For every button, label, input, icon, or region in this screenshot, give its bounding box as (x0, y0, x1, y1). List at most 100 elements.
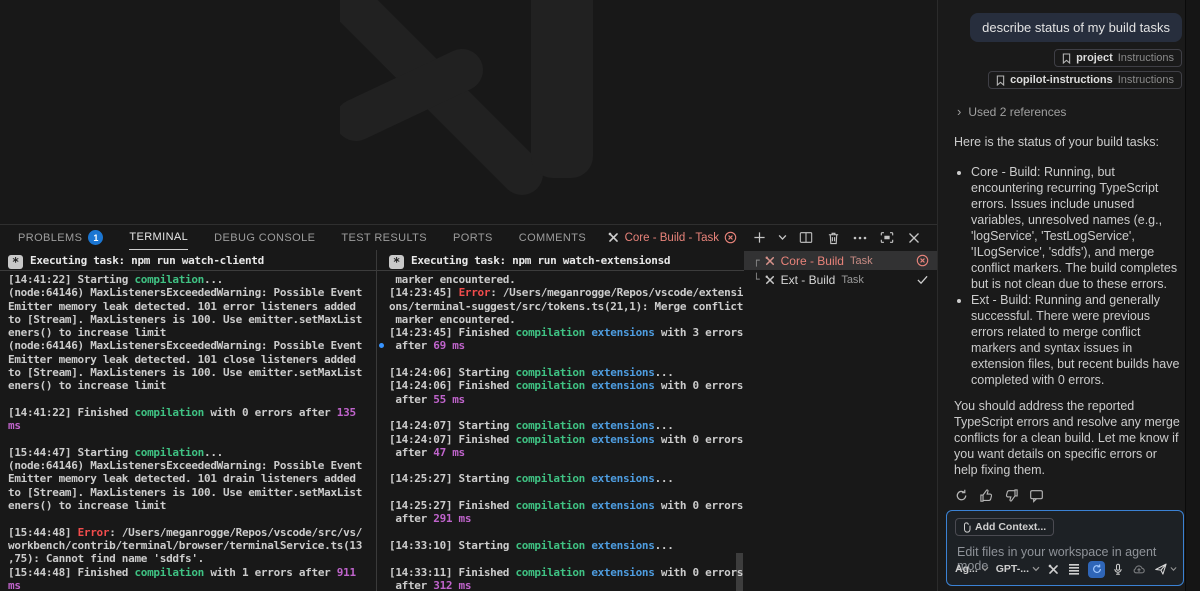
regenerate-icon[interactable] (952, 485, 970, 505)
split-icon (799, 231, 813, 244)
panel-tab-test-results[interactable]: TEST RESULTS (341, 225, 427, 250)
close-icon (908, 232, 920, 244)
tree-branch-glyph: └ (753, 273, 760, 286)
panel-tab-comments[interactable]: COMMENTS (519, 225, 586, 250)
copilot-chat-panel: describe status of my build tasks projec… (937, 0, 1200, 591)
check-icon (916, 274, 929, 285)
terminal-line (377, 552, 744, 565)
terminal-profile-dropdown[interactable] (777, 228, 788, 248)
terminal-line: Emitter memory leak detected. 101 close … (0, 353, 376, 366)
attachment-chip-project[interactable]: projectInstructions (1054, 49, 1182, 67)
terminal-line: after 55 ms (377, 393, 744, 406)
microphone-icon[interactable] (1112, 559, 1124, 579)
terminal-line (377, 459, 744, 472)
mode-picker-dropdown[interactable]: Ag... (955, 563, 989, 575)
sync-icon (1091, 563, 1103, 575)
problems-count-badge: 1 (88, 230, 103, 245)
tree-branch-glyph: ┌ (753, 254, 760, 267)
terminal-line: [14:41:22] Finished compilation with 0 e… (0, 406, 376, 419)
terminal-line (377, 353, 744, 366)
chat-input-box[interactable]: Add Context... Edit files in your worksp… (946, 510, 1184, 586)
terminal-line: Emitter memory leak detected. 101 drain … (0, 472, 376, 485)
task-badge-icon: * (389, 255, 404, 269)
terminal-area: *Executing task: npm run watch-clientd[1… (0, 250, 937, 591)
bottom-panel: PROBLEMS1 TERMINAL DEBUG CONSOLE TEST RESUL… (0, 224, 937, 591)
response-bullet-list: Core - Build: Running, but encountering … (954, 164, 1182, 388)
terminal-line: [14:24:07] Finished compilation extensio… (377, 433, 744, 446)
terminal-line: to [Stream]. MaxListeners is 100. Use em… (0, 486, 376, 499)
new-terminal-button[interactable] (750, 228, 768, 248)
close-panel-button[interactable] (905, 228, 923, 248)
terminal-line: ms (0, 579, 376, 591)
plus-icon (753, 231, 766, 244)
send-button[interactable] (1154, 562, 1177, 576)
terminal-line: ms (0, 419, 376, 432)
terminal-line: eners() to increase limit (0, 499, 376, 512)
bookmark-icon (996, 75, 1005, 86)
todo-list-icon[interactable] (1068, 559, 1081, 579)
panel-tab-debug-console[interactable]: DEBUG CONSOLE (214, 225, 315, 250)
chevron-down-icon (778, 234, 787, 241)
terminal-line: marker encountered. (377, 273, 744, 286)
active-terminal-dropdown[interactable]: Core - Build - Task (607, 231, 737, 244)
terminal-line: [15:44:47] Starting compilation... (0, 446, 376, 459)
terminal-line: [14:33:11] Finished compilation extensio… (377, 566, 744, 579)
terminal-line: Emitter memory leak detected. 101 error … (0, 300, 376, 313)
terminal-line: [14:24:06] Finished compilation extensio… (377, 379, 744, 392)
terminal-line: (node:64146) MaxListenersExceededWarning… (0, 459, 376, 472)
terminal-line: eners() to increase limit (0, 379, 376, 392)
model-picker-dropdown[interactable]: GPT-... (996, 563, 1040, 575)
terminal-line: after 47 ms (377, 446, 744, 459)
maximize-panel-button[interactable] (878, 228, 896, 248)
panel-tab-terminal[interactable]: TERMINAL (129, 225, 188, 250)
terminal-line: to [Stream]. MaxListeners is 100. Use em… (0, 366, 376, 379)
response-closing: You should address the reported TypeScri… (954, 398, 1182, 478)
chat-thread: describe status of my build tasks projec… (938, 0, 1185, 591)
thumbs-up-icon[interactable] (977, 485, 995, 505)
terminal-line: to [Stream]. MaxListeners is 100. Use em… (0, 313, 376, 326)
attachment-kind: Instructions (1118, 74, 1174, 86)
terminal-tab-core---build[interactable]: ┌Core - BuildTask (744, 251, 937, 270)
send-icon (1154, 562, 1168, 576)
terminal-tab-ext---build[interactable]: └Ext - BuildTask (744, 270, 937, 289)
thumbs-down-icon[interactable] (1002, 485, 1020, 505)
panel-tab-ports[interactable]: PORTS (453, 225, 493, 250)
terminal-line (377, 406, 744, 419)
terminal-left-pane[interactable]: *Executing task: npm run watch-clientd[1… (0, 250, 377, 591)
attachment-name: copilot-instructions (1010, 74, 1113, 86)
panel-tab-problems[interactable]: PROBLEMS1 (18, 225, 103, 250)
cloud-upload-icon[interactable] (1131, 559, 1146, 579)
editor-area (0, 0, 937, 224)
user-message-bubble: describe status of my build tasks (970, 13, 1182, 42)
response-bullet: Core - Build: Running, but encountering … (971, 164, 1182, 292)
used-references-toggle[interactable]: › Used 2 references (957, 104, 1182, 119)
attachment-kind: Instructions (1118, 52, 1174, 64)
terminal-right-pane[interactable]: *Executing task: npm run watch-extension… (377, 250, 744, 591)
terminal-line (0, 433, 376, 446)
chevron-down-icon (1032, 566, 1040, 572)
terminal-line: [14:41:22] Starting compilation... (0, 273, 376, 286)
auto-approve-toggle[interactable] (1088, 561, 1106, 578)
attachment-chip-copilot-instructions[interactable]: copilot-instructions Instructions (988, 71, 1182, 89)
vscode-logo-watermark (340, 0, 610, 203)
split-terminal-button[interactable] (797, 228, 815, 248)
trash-icon (827, 231, 840, 245)
ellipsis-icon (853, 236, 867, 240)
terminal-line: workbench/contrib/terminal/browser/termi… (0, 539, 376, 552)
chat-input-toolbar: Ag... GPT-... (955, 559, 1177, 579)
tools-icon[interactable] (1047, 559, 1061, 579)
comment-icon[interactable] (1027, 485, 1045, 505)
terminal-line (377, 526, 744, 539)
add-context-button[interactable]: Add Context... (955, 518, 1054, 536)
terminal-line: [15:44:48] Finished compilation with 1 e… (0, 566, 376, 579)
tools-icon (764, 255, 776, 267)
more-actions-button[interactable] (851, 228, 869, 248)
terminal-line: after 69 ms (377, 339, 744, 352)
terminal-line (0, 512, 376, 525)
terminal-tab-kind: Task (841, 274, 864, 286)
terminal-line: [14:25:27] Finished compilation extensio… (377, 499, 744, 512)
kill-terminal-button[interactable] (824, 228, 842, 248)
tools-icon (764, 274, 776, 286)
chevron-down-icon (1170, 566, 1177, 572)
terminal-line: [14:23:45] Error: /Users/meganrogge/Repo… (377, 286, 744, 299)
